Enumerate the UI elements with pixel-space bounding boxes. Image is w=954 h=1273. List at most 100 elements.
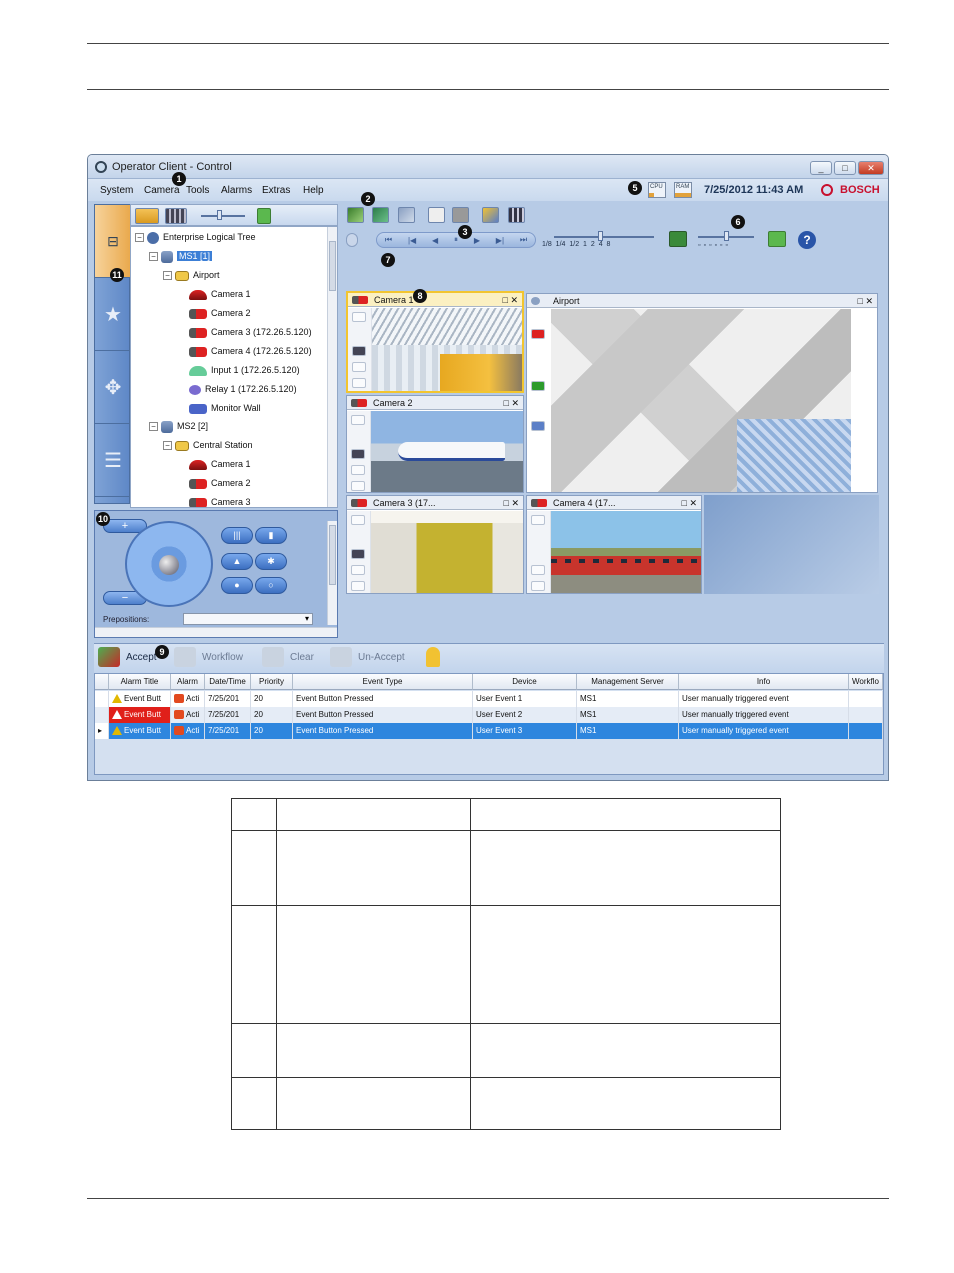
tab-logical-tree[interactable]: ⊟ — [95, 205, 131, 278]
pane-tool-icon[interactable] — [351, 565, 365, 575]
image-window-3-icon[interactable] — [398, 207, 415, 223]
accept-button[interactable]: Accept — [126, 652, 157, 663]
tree-item-camera[interactable]: Camera 2 — [189, 306, 251, 320]
tree-scrollbar-thumb[interactable] — [329, 241, 336, 291]
step-back-icon[interactable]: |◀ — [408, 236, 416, 245]
tree-item-camera[interactable]: Camera 2 — [189, 476, 251, 490]
tree-item-camera[interactable]: Camera 3 (172.26.5.120) — [189, 325, 312, 339]
expander-airport[interactable]: − — [163, 271, 172, 280]
layout-slider-thumb[interactable] — [724, 231, 729, 241]
workflow-icon[interactable] — [174, 647, 196, 667]
pane-tool-icon[interactable] — [531, 515, 545, 525]
add-image-window-icon[interactable] — [768, 231, 786, 247]
skip-forward-icon[interactable]: ⏭ — [520, 235, 527, 245]
iris-button[interactable]: ||| — [221, 527, 253, 544]
tree-item-monitor-wall[interactable]: Monitor Wall — [189, 401, 261, 415]
menu-system[interactable]: System — [100, 185, 133, 196]
tree-item-camera[interactable]: Camera 3 — [189, 495, 251, 507]
live-mode-icon[interactable] — [135, 208, 159, 224]
tree-item-camera[interactable]: Camera 1 — [189, 457, 251, 471]
image-pane-camera-2[interactable]: Camera 2 □ ✕ — [346, 395, 524, 493]
play-reverse-icon[interactable]: ◀ — [432, 236, 438, 245]
tree-item-camera[interactable]: Camera 1 — [189, 287, 251, 301]
tree-scrollbar[interactable] — [327, 227, 337, 507]
microphone-icon[interactable] — [346, 233, 358, 247]
video-feed[interactable] — [371, 511, 523, 593]
menu-tools[interactable]: Tools — [186, 185, 209, 196]
video-feed[interactable] — [372, 308, 522, 391]
tab-map[interactable]: ✥ — [95, 351, 131, 424]
alarm-row[interactable]: Event Butt Acti 7/25/201 20 Event Button… — [95, 691, 883, 707]
close-button[interactable]: ✕ — [858, 161, 884, 175]
alarm-row-selected[interactable]: ▸ Event Butt Acti 7/25/201 20 Event Butt… — [95, 723, 883, 739]
map-camera-icon[interactable] — [531, 329, 545, 339]
maximize-button[interactable]: □ — [834, 161, 856, 175]
image-pane-camera-4[interactable]: Camera 4 (17... □ ✕ — [526, 495, 702, 594]
image-pane-camera-1[interactable]: Camera 1 □ ✕ — [346, 291, 524, 393]
joystick-knob[interactable] — [159, 555, 179, 575]
column-header-priority[interactable]: Priority — [251, 674, 293, 690]
pane-tool-icon[interactable] — [351, 465, 365, 475]
image-window-1-icon[interactable] — [347, 207, 364, 223]
speaker-icon[interactable] — [257, 208, 271, 224]
tree-item-relay[interactable]: Relay 1 (172.26.5.120) — [189, 382, 297, 396]
tree-item-root[interactable]: Enterprise Logical Tree — [147, 230, 256, 244]
speed-slider-track[interactable] — [554, 236, 654, 238]
aux-button-4[interactable]: ○ — [255, 577, 287, 594]
column-header-info[interactable]: Info — [679, 674, 849, 690]
column-header-event-type[interactable]: Event Type — [293, 674, 473, 690]
pane-tool-icon[interactable] — [352, 312, 366, 322]
favorite-icon[interactable] — [482, 207, 499, 223]
focus-button[interactable]: ▮ — [255, 527, 287, 544]
map-input-icon[interactable] — [531, 381, 545, 391]
clear-button[interactable]: Clear — [290, 652, 314, 663]
tab-bookmarks[interactable]: ☰ — [95, 424, 131, 497]
tree-item-airport[interactable]: Airport — [175, 268, 220, 282]
skip-back-icon[interactable]: ⏮ — [385, 235, 392, 245]
pane-window-controls[interactable]: □ ✕ — [504, 396, 519, 409]
ptz-scrollbar[interactable] — [327, 521, 337, 625]
pause-icon[interactable]: ⏸ — [454, 235, 458, 245]
play-icon[interactable]: ▶ — [474, 236, 480, 245]
tree-item-ms1[interactable]: MS1 [1] — [161, 249, 213, 263]
expander-central-station[interactable]: − — [163, 441, 172, 450]
tab-favorites[interactable]: ★ — [95, 278, 131, 351]
menu-extras[interactable]: Extras — [262, 185, 290, 196]
print-icon[interactable] — [428, 207, 445, 223]
pane-tool-icon[interactable] — [351, 415, 365, 425]
pane-tool-icon[interactable] — [531, 565, 545, 575]
expander-ms1[interactable]: − — [149, 252, 158, 261]
playback-mode-icon[interactable] — [165, 208, 187, 224]
workflow-button[interactable]: Workflow — [202, 652, 243, 663]
image-pane-camera-3[interactable]: Camera 3 (17... □ ✕ — [346, 495, 524, 594]
alarm-row[interactable]: Event Butt Acti 7/25/201 20 Event Button… — [95, 707, 883, 723]
video-feed[interactable] — [371, 411, 523, 492]
expander-ms2[interactable]: − — [149, 422, 158, 431]
speed-slider-thumb[interactable] — [598, 231, 603, 241]
mute-icon[interactable] — [351, 581, 365, 591]
image-window-2-icon[interactable] — [372, 207, 389, 223]
playback-controls[interactable]: ⏮ |◀ ◀ ⏸ ▶ ▶| ⏭ — [376, 232, 536, 248]
pane-window-controls[interactable]: □ ✕ — [858, 294, 873, 307]
mute-icon[interactable] — [531, 581, 545, 591]
volume-slider-track[interactable] — [201, 215, 245, 217]
menu-alarms[interactable]: Alarms — [221, 185, 252, 196]
tree-item-camera[interactable]: Camera 4 (172.26.5.120) — [189, 344, 312, 358]
airport-map[interactable] — [551, 309, 851, 492]
menu-help[interactable]: Help — [303, 185, 324, 196]
column-header-workflow[interactable]: Workflo — [849, 674, 883, 690]
pane-window-controls[interactable]: □ ✕ — [503, 293, 518, 306]
unaccept-button[interactable]: Un-Accept — [358, 652, 405, 663]
menu-camera[interactable]: Camera — [144, 185, 180, 196]
tree-item-central-station[interactable]: Central Station — [175, 438, 253, 452]
pane-tool-icon[interactable] — [352, 362, 366, 372]
aux-button-1[interactable]: ▲ — [221, 553, 253, 570]
video-feed[interactable] — [551, 511, 701, 593]
snapshot-icon[interactable] — [452, 207, 469, 223]
column-header-alarm[interactable]: Alarm — [171, 674, 205, 690]
record-indicator-icon[interactable] — [351, 549, 365, 559]
minimize-button[interactable]: _ — [810, 161, 832, 175]
image-pane-airport-map[interactable]: Airport □ ✕ — [526, 293, 878, 493]
mute-icon[interactable] — [352, 378, 366, 388]
record-indicator-icon[interactable] — [351, 449, 365, 459]
